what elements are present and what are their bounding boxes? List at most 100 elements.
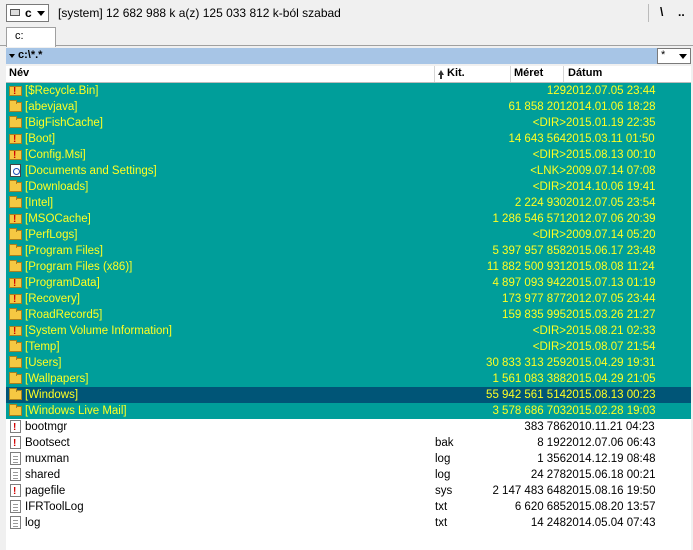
file-row[interactable]: [Users] 30 833 313 259 2015.04.29 19:31 [6,355,691,371]
file-ext: txt [435,517,448,529]
file-date: 2015.08.07 21:54 [566,341,656,353]
file-row[interactable]: [ProgramData] 4 897 093 9422015.07.13 01:… [6,275,691,292]
file-date: 2015.03.26 21:27 [566,309,656,321]
folder-icon [9,180,22,192]
file-date: 2014.12.19 08:48 [566,453,656,465]
column-name[interactable]: Név [9,67,29,79]
file-icon [10,516,21,529]
folder-icon [9,388,22,400]
file-row[interactable]: [Windows Live Mail] 3 578 686 703 2015.02.… [6,403,691,419]
file-name: IFRToolLog [25,501,84,513]
file-row[interactable]: [Config.Msi] <DIR>2015.08.13 00:10 [6,147,691,164]
file-size: 3 578 686 703 [492,405,566,417]
file-row[interactable]: [RoadRecord5] 159 835 995 2015.03.26 21:27 [6,307,691,323]
history-dropdown-icon[interactable] [9,54,15,58]
file-row[interactable]: [Program Files] 5 397 957 858 2015.06.17 2… [6,243,691,259]
file-size: 129 [546,85,566,97]
column-size[interactable]: Méret [514,67,543,79]
file-name: log [25,517,41,529]
file-row[interactable]: Bootsect bak 8 1922012.07.06 06:43 [6,435,691,452]
file-date: 2015.02.28 19:03 [566,405,656,417]
file-row[interactable]: [BigFishCache] <DIR> 2015.01.19 22:35 [6,115,691,131]
file-row[interactable]: [Windows] 55 942 561 514 2015.08.13 00:23 [6,387,691,403]
file-size: 383 786 [524,421,566,433]
file-name: [Windows Live Mail] [25,405,127,417]
column-divider[interactable] [434,66,435,82]
file-row[interactable]: [Intel] 2 224 930 2012.07.05 23:54 [6,195,691,211]
file-row[interactable]: [Temp] <DIR> 2015.08.07 21:54 [6,339,691,355]
system-file-icon [10,484,21,500]
file-row[interactable]: [Wallpapers] 1 561 083 388 2015.04.29 21:0… [6,371,691,387]
column-ext[interactable]: Kit. [447,67,465,79]
file-name: pagefile [25,485,66,497]
system-folder-icon [9,84,22,100]
hard-drive-icon [10,9,20,16]
chevron-down-icon [37,11,45,16]
file-ext: txt [435,501,448,513]
file-row[interactable]: [Boot] 14 643 5642015.03.11 01:50 [6,131,691,148]
current-path-bar[interactable]: c:\*.* [6,48,657,64]
file-size: 55 942 561 514 [486,389,566,401]
file-date: 2009.07.14 07:08 [566,165,656,177]
chevron-down-icon [679,54,687,59]
file-size: 1 356 [537,453,566,465]
file-row[interactable]: shared log 24 278 2015.06.18 00:21 [6,467,691,483]
file-name: [PerfLogs] [25,229,78,241]
file-size: 173 977 877 [502,293,566,305]
file-date: 2015.08.13 00:10 [566,149,656,161]
folder-icon [9,356,22,368]
tab-c-drive[interactable]: c: [6,27,56,47]
file-date: 2015.08.21 02:33 [566,325,656,337]
file-list[interactable]: [$Recycle.Bin] 129 2012.07.05 23:44 [abevja… [6,83,691,550]
file-row[interactable]: [abevjava] 61 858 201 2014.01.06 18:28 [6,99,691,115]
file-row[interactable]: [$Recycle.Bin] 1292012.07.05 23:44 [6,83,691,100]
file-size: 8 192 [537,437,566,449]
toolbar-divider [648,4,649,22]
system-folder-icon [9,132,22,148]
file-row[interactable]: pagefile sys 2 147 483 6482015.08.16 19:50 [6,483,691,500]
folder-icon [9,116,22,128]
file-icon [10,452,21,465]
file-row[interactable]: [PerfLogs] <DIR> 2009.07.14 05:20 [6,227,691,243]
file-size: <LNK> [530,165,566,177]
file-size: <DIR> [532,149,566,161]
root-dir-button[interactable]: \ [660,5,663,19]
file-date: 2009.07.14 05:20 [566,229,656,241]
file-row[interactable]: [Recovery] 173 977 8772012.07.05 23:44 [6,291,691,308]
drive-selector[interactable]: c [6,4,49,22]
file-name: [$Recycle.Bin] [25,85,99,97]
file-row[interactable]: [Downloads] <DIR> 2014.10.06 19:41 [6,179,691,195]
file-date: 2014.10.06 19:41 [566,181,656,193]
file-row[interactable]: muxman log 1 356 2014.12.19 08:48 [6,451,691,467]
file-name: [RoadRecord5] [25,309,103,321]
folder-icon [9,372,22,384]
file-size: <DIR> [532,181,566,193]
file-name: [Program Files (x86)] [25,261,133,273]
file-name: shared [25,469,61,481]
file-row[interactable]: [Documents and Settings] <LNK> 2009.07.14 … [6,163,691,179]
file-name: [Program Files] [25,245,103,257]
file-size: 1 286 546 571 [492,213,566,225]
drive-letter: c [25,6,32,20]
file-name: [Documents and Settings] [25,165,157,177]
file-row[interactable]: bootmgr 383 7862010.11.21 04:23 [6,419,691,436]
file-date: 2015.03.11 01:50 [566,133,655,145]
file-row[interactable]: IFRToolLog txt 6 620 685 2015.08.20 13:57 [6,499,691,515]
folder-icon [9,404,22,416]
sort-arrow-stem [440,74,442,79]
file-date: 2015.08.16 19:50 [566,485,656,497]
file-row[interactable]: log txt 14 248 2014.05.04 07:43 [6,515,691,531]
file-date: 2015.08.13 00:23 [566,389,656,401]
parent-dir-button[interactable]: .. [678,5,685,19]
file-date: 2012.07.05 23:44 [566,293,656,305]
file-date: 2014.01.06 18:28 [566,101,656,113]
file-row[interactable]: [MSOCache] 1 286 546 5712012.07.06 20:39 [6,211,691,228]
file-name: bootmgr [25,421,68,433]
file-filter-select[interactable]: * [657,48,691,64]
file-row[interactable]: [Program Files (x86)] 11 882 500 931 2015.… [6,259,691,275]
file-ext: bak [435,437,454,449]
file-row[interactable]: [System Volume Information] <DIR>2015.08.… [6,323,691,340]
column-divider[interactable] [563,66,564,82]
column-date[interactable]: Dátum [568,67,602,79]
column-divider[interactable] [510,66,511,82]
